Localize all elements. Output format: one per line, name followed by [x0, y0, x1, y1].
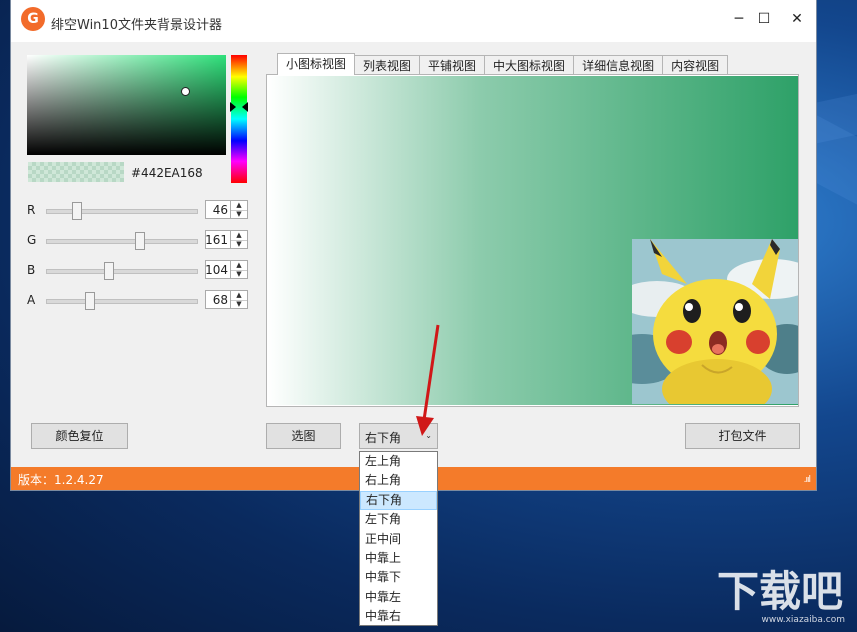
spinbox-value[interactable]: 161	[205, 233, 228, 247]
saturation-value-picker[interactable]	[27, 55, 226, 155]
option-top-right[interactable]: 右上角	[360, 471, 437, 490]
tab-list[interactable]: 列表视图	[354, 55, 421, 75]
color-picker-cursor[interactable]	[181, 87, 190, 96]
resize-grip-icon[interactable]: .ııl	[804, 475, 811, 485]
channel-label: B	[27, 263, 36, 277]
slider-thumb[interactable]	[72, 202, 82, 220]
option-center-right[interactable]: 中靠右	[360, 607, 437, 626]
slider-row-r: R 46 ▲ ▼	[27, 200, 252, 220]
hue-slider[interactable]	[230, 55, 248, 183]
spinbox-value[interactable]: 68	[213, 293, 228, 307]
tab-small-icons[interactable]: 小图标视图	[277, 53, 356, 75]
select-value: 右下角	[365, 431, 402, 445]
slider-track[interactable]	[46, 262, 198, 280]
value-spinbox[interactable]: 68 ▲ ▼	[205, 290, 248, 309]
spinbox-value[interactable]: 46	[213, 203, 228, 217]
slider-thumb[interactable]	[104, 262, 114, 280]
annotation-arrow-icon	[416, 324, 440, 436]
slider-thumb[interactable]	[85, 292, 95, 310]
watermark-url: www.xiazaiba.com	[761, 615, 845, 625]
background-preview-panel	[266, 74, 799, 407]
spin-down-icon[interactable]: ▼	[230, 270, 247, 279]
version-label: 版本：1.2.4.27	[18, 473, 104, 487]
option-top-left[interactable]: 左上角	[360, 452, 437, 471]
value-spinbox[interactable]: 46 ▲ ▼	[205, 200, 248, 219]
watermark-text: 下载吧	[717, 567, 843, 615]
slider-row-g: G 161 ▲ ▼	[27, 230, 252, 250]
title-bar[interactable]: G 绯空Win10文件夹背景设计器 ─ ☐ ✕	[11, 0, 816, 42]
package-files-button[interactable]: 打包文件	[685, 423, 800, 449]
channel-label: G	[27, 233, 37, 247]
reset-color-button[interactable]: 颜色复位	[31, 423, 128, 449]
pikachu-illustration	[632, 239, 798, 404]
channel-label: R	[27, 203, 36, 217]
slider-track[interactable]	[46, 202, 198, 220]
tab-tiles[interactable]: 平铺视图	[419, 55, 486, 75]
slider-thumb[interactable]	[135, 232, 145, 250]
hue-marker-right-icon	[242, 102, 248, 112]
slider-track[interactable]	[46, 232, 198, 250]
spin-down-icon[interactable]: ▼	[230, 300, 247, 309]
watermark: 下载吧 www.xiazaiba.com	[715, 560, 845, 628]
window-title: 绯空Win10文件夹背景设计器	[51, 18, 222, 33]
option-center-left[interactable]: 中靠左	[360, 588, 437, 607]
view-tabs: 小图标视图 列表视图 平铺视图 中大图标视图 详细信息视图 内容视图	[277, 53, 729, 75]
option-center[interactable]: 正中间	[360, 530, 437, 549]
tab-details[interactable]: 详细信息视图	[573, 55, 664, 75]
hue-marker-left-icon	[230, 102, 236, 112]
value-spinbox[interactable]: 104 ▲ ▼	[205, 260, 248, 279]
option-center-bottom[interactable]: 中靠下	[360, 568, 437, 587]
maximize-button[interactable]: ☐	[749, 8, 779, 30]
hex-color-value: #442EA168	[131, 166, 203, 180]
background-image-preview	[632, 239, 798, 404]
option-bottom-left[interactable]: 左下角	[360, 510, 437, 529]
color-preview-swatch	[28, 162, 124, 182]
tab-content[interactable]: 内容视图	[662, 55, 729, 75]
spin-down-icon[interactable]: ▼	[230, 240, 247, 249]
slider-track[interactable]	[46, 292, 198, 310]
watermark-logo: 下载吧	[717, 567, 843, 616]
position-options-list: 左上角 右上角 右下角 左下角 正中间 中靠上 中靠下 中靠左 中靠右	[359, 451, 438, 626]
tab-medium-large-icons[interactable]: 中大图标视图	[484, 55, 575, 75]
choose-image-button[interactable]: 选图	[266, 423, 341, 449]
slider-row-a: A 68 ▲ ▼	[27, 290, 252, 310]
value-spinbox[interactable]: 161 ▲ ▼	[205, 230, 248, 249]
option-center-top[interactable]: 中靠上	[360, 549, 437, 568]
slider-row-b: B 104 ▲ ▼	[27, 260, 252, 280]
spin-down-icon[interactable]: ▼	[230, 210, 247, 219]
close-button[interactable]: ✕	[782, 8, 812, 30]
app-logo-icon: G	[21, 7, 45, 31]
channel-label: A	[27, 293, 36, 307]
option-bottom-right[interactable]: 右下角	[360, 490, 437, 511]
spinbox-value[interactable]: 104	[205, 263, 228, 277]
